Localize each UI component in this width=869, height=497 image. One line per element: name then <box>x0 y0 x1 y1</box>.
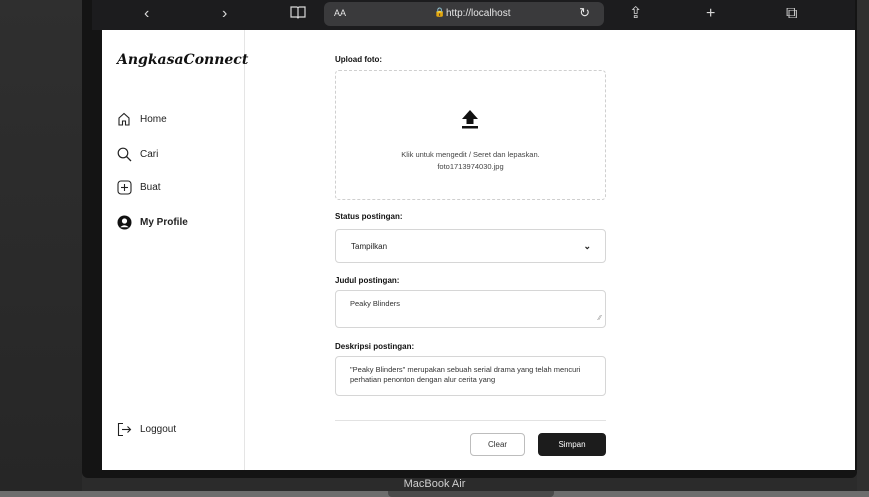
clear-button[interactable]: Clear <box>470 433 525 456</box>
status-select[interactable]: Tampilkan ⌄ <box>335 229 606 263</box>
device-notch <box>388 491 554 497</box>
status-value: Tampilkan <box>351 242 388 251</box>
save-button[interactable]: Simpan <box>538 433 606 456</box>
reload-icon[interactable]: ↻ <box>579 5 590 21</box>
sidebar-item-home[interactable]: Home <box>116 109 167 129</box>
sidebar-item-my-profile[interactable]: My Profile <box>116 212 188 232</box>
new-tab-icon[interactable]: + <box>706 4 715 24</box>
share-icon[interactable]: ⇪ <box>629 4 642 24</box>
chevron-down-icon: ⌄ <box>583 241 591 251</box>
brand-logo[interactable]: AngkasaConnect <box>117 52 248 68</box>
tabs-icon[interactable]: ⧉ <box>786 4 797 24</box>
photo-dropzone[interactable]: Klik untuk mengedit / Seret dan lepaskan… <box>335 70 606 200</box>
sidebar-item-label: My Profile <box>140 216 188 228</box>
text-size-button[interactable]: AA <box>334 8 346 18</box>
upload-hint: Klik untuk mengedit / Seret dan lepaskan… <box>401 150 540 159</box>
title-input[interactable]: Peaky Blinders ⁄⁄ <box>335 290 606 328</box>
logout-icon <box>116 421 132 437</box>
description-value: "Peaky Blinders" merupakan sebuah serial… <box>350 365 581 384</box>
device-frame-left <box>0 0 82 497</box>
back-button[interactable]: ‹ <box>144 4 149 24</box>
lock-icon: 🔒 <box>434 7 446 17</box>
browser-toolbar: ‹ › AA 🔒 http://localhost ↻ ⇪ + ⧉ <box>92 0 855 30</box>
description-input[interactable]: "Peaky Blinders" merupakan sebuah serial… <box>335 356 606 396</box>
url-text: http://localhost <box>446 8 511 19</box>
upload-filename: foto1713974030.jpg <box>437 162 504 171</box>
status-label: Status postingan: <box>335 212 403 221</box>
upload-label: Upload foto: <box>335 55 383 64</box>
home-icon <box>116 111 132 127</box>
resize-handle-icon[interactable]: ⁄⁄ <box>599 314 601 324</box>
device-frame-right <box>857 0 869 497</box>
profile-icon <box>116 214 132 230</box>
sidebar-item-buat[interactable]: Buat <box>116 177 161 197</box>
plus-square-icon <box>116 179 132 195</box>
forward-button[interactable]: › <box>222 4 227 24</box>
sidebar-item-label: Buat <box>140 181 161 193</box>
sidebar-item-label: Loggout <box>140 423 177 435</box>
form-divider <box>335 420 606 421</box>
search-icon <box>116 146 132 162</box>
title-label: Judul postingan: <box>335 276 400 285</box>
web-page: AngkasaConnect Home Cari Buat My Profile <box>102 30 855 470</box>
description-label: Deskripsi postingan: <box>335 342 415 351</box>
upload-icon <box>459 109 481 134</box>
address-bar[interactable]: AA 🔒 http://localhost ↻ <box>324 2 604 26</box>
title-value: Peaky Blinders <box>350 299 401 308</box>
device-label: MacBook Air <box>403 478 466 490</box>
sidebar-item-label: Cari <box>140 148 159 160</box>
sidebar: AngkasaConnect Home Cari Buat My Profile <box>102 30 248 470</box>
sidebar-item-logout[interactable]: Loggout <box>116 419 176 439</box>
sidebar-item-cari[interactable]: Cari <box>116 144 158 164</box>
bookmarks-button[interactable] <box>290 5 306 25</box>
book-icon <box>290 6 306 19</box>
sidebar-item-label: Home <box>140 113 167 125</box>
